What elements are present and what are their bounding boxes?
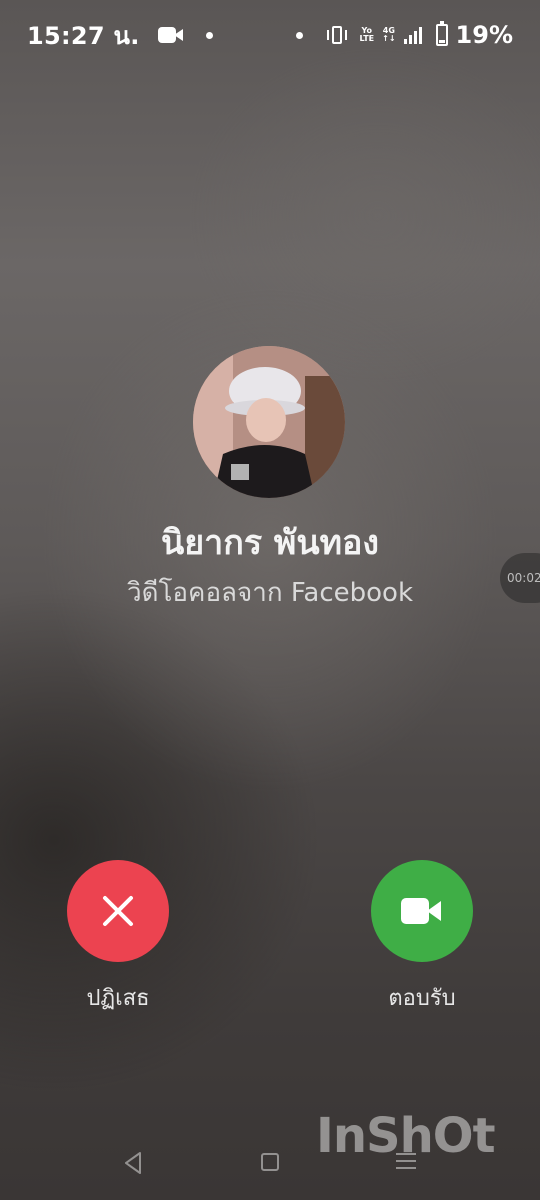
call-source-label: วิดีโอคอลจาก Facebook [126, 578, 413, 608]
signal-icon [403, 26, 424, 44]
battery-icon [435, 21, 448, 46]
volte-icon: Yo LTE [359, 26, 375, 43]
status-left: 15:27 น. [27, 16, 213, 55]
recents-icon[interactable] [396, 1153, 416, 1174]
status-right: Yo LTE 4G ↑↓ 19% [296, 21, 513, 49]
network-type-icon: 4G ↑↓ [382, 26, 396, 43]
accept-label: ตอบรับ [388, 986, 456, 1011]
video-camera-icon [157, 26, 184, 44]
notification-dot-icon [296, 31, 304, 39]
battery-percent: 19% [455, 21, 513, 49]
notification-dot-icon [205, 31, 213, 39]
home-icon[interactable] [261, 1153, 279, 1171]
decline-label: ปฏิเสธ [86, 986, 150, 1011]
status-bar: 15:27 น. Yo LTE 4G ↑↓ 19% [0, 0, 540, 70]
caller-avatar [193, 346, 345, 498]
back-icon[interactable] [122, 1150, 144, 1176]
avatar-photo [193, 346, 345, 498]
close-icon [103, 896, 133, 926]
accept-video-button[interactable] [371, 860, 473, 962]
video-camera-icon [401, 898, 441, 924]
decline-button[interactable] [67, 860, 169, 962]
status-time: 15:27 น. [27, 21, 140, 50]
caller-name: นิยากร พันทอง [160, 523, 380, 563]
navigation-bar [0, 1140, 540, 1186]
vibrate-icon [325, 26, 349, 44]
